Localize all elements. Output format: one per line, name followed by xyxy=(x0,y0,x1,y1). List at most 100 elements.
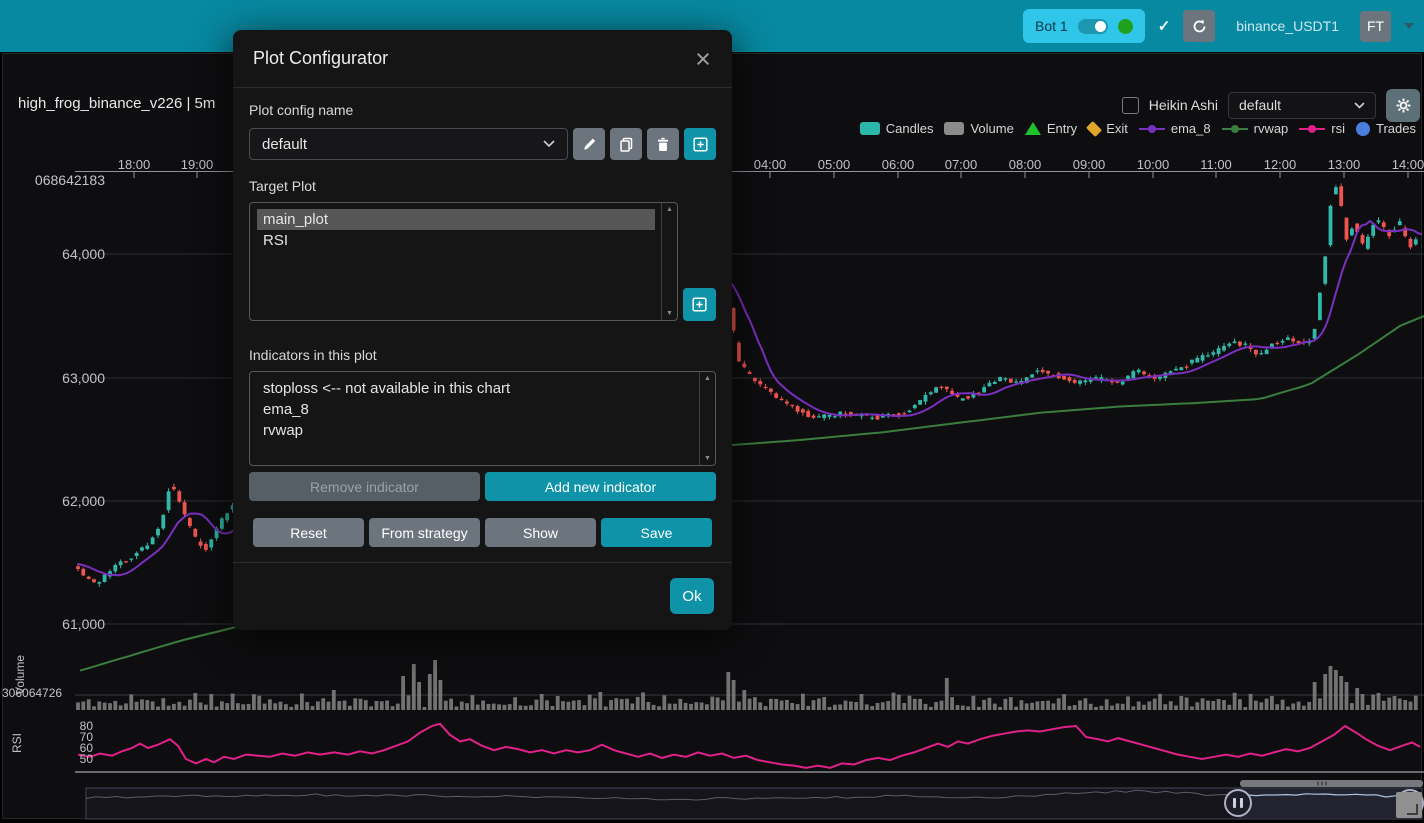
from-strategy-button[interactable]: From strategy xyxy=(369,518,480,547)
legend-item-rsi[interactable]: rsi xyxy=(1299,121,1345,136)
scroll-up-icon[interactable]: ▲ xyxy=(666,206,673,213)
chevron-down-icon xyxy=(1354,102,1365,109)
target-plot-option[interactable]: RSI xyxy=(257,230,655,251)
legend-item-candles[interactable]: Candles xyxy=(860,121,934,136)
plot-config-select[interactable]: default xyxy=(1228,92,1376,119)
rvwap-marker-icon xyxy=(1222,123,1248,135)
gear-icon xyxy=(1395,97,1412,114)
duplicate-config-button[interactable] xyxy=(610,128,642,160)
config-name-select-value: default xyxy=(262,136,307,153)
listbox-scrollbar: ▲ ▼ xyxy=(661,203,677,320)
freqtrade-app: Bot 1 ✓ binance_USDT1 FT high_frog_binan… xyxy=(0,0,1424,823)
chevron-down-icon[interactable] xyxy=(1404,23,1414,29)
time-axis-label: 13:00 xyxy=(1328,157,1361,172)
legend-item-ema_8[interactable]: ema_8 xyxy=(1139,121,1211,136)
volume-axis-title: Volume xyxy=(13,651,27,699)
time-axis-label: 04:00 xyxy=(754,157,787,172)
refresh-button[interactable] xyxy=(1183,10,1215,42)
legend-label: rvwap xyxy=(1254,121,1289,136)
legend-item-volume[interactable]: Volume xyxy=(944,121,1013,136)
price-axis-label: 61,000 xyxy=(62,616,105,632)
plus-square-icon xyxy=(693,137,708,152)
price-axis-label: 068642183 xyxy=(35,172,105,188)
target-plot-row: ▲ ▼ main_plotRSI xyxy=(249,202,716,321)
scroll-up-icon[interactable]: ▲ xyxy=(704,375,711,382)
plot-configurator-button[interactable] xyxy=(1386,89,1420,122)
remove-indicator-button[interactable]: Remove indicator xyxy=(249,472,480,501)
legend-item-entry[interactable]: Entry xyxy=(1025,121,1077,136)
save-button[interactable]: Save xyxy=(601,518,712,547)
time-axis-label: 18:00 xyxy=(118,157,151,172)
chart-controls: Heikin Ashi default xyxy=(1122,88,1420,122)
time-axis-label: 19:00 xyxy=(181,157,214,172)
modal-title: Plot Configurator xyxy=(253,48,388,69)
listbox-scrollbar: ▲ ▼ xyxy=(699,372,715,465)
volume-axis-label: 306064726 xyxy=(2,686,62,700)
heikin-ashi-checkbox[interactable] xyxy=(1122,97,1139,114)
show-button[interactable]: Show xyxy=(485,518,596,547)
config-actions-row: Reset From strategy Show Save xyxy=(253,518,712,547)
navigator-scrollbar[interactable] xyxy=(1240,780,1423,787)
time-axis-label: 08:00 xyxy=(1009,157,1042,172)
close-icon[interactable]: × xyxy=(686,42,720,76)
legend-label: Volume xyxy=(970,121,1013,136)
add-subplot-button[interactable] xyxy=(683,288,716,321)
indicator-option[interactable]: ema_8 xyxy=(257,399,693,420)
time-axis-label: 07:00 xyxy=(945,157,978,172)
legend-label: Candles xyxy=(886,121,934,136)
target-plot-option[interactable]: main_plot xyxy=(257,209,655,230)
delete-config-button[interactable] xyxy=(647,128,679,160)
ok-button[interactable]: Ok xyxy=(670,578,714,614)
target-plot-label: Target Plot xyxy=(249,178,716,196)
bot-selector-pill[interactable]: Bot 1 xyxy=(1023,9,1145,43)
legend-label: Entry xyxy=(1047,121,1077,136)
price-axis-label: 62,000 xyxy=(62,493,105,509)
legend-label: Trades xyxy=(1376,121,1416,136)
copy-icon xyxy=(619,137,634,152)
scroll-down-icon[interactable]: ▼ xyxy=(666,310,673,317)
account-name: binance_USDT1 xyxy=(1236,18,1339,34)
topbar-right-cluster: Bot 1 ✓ binance_USDT1 FT xyxy=(1023,0,1414,52)
volume-marker-icon xyxy=(944,122,964,135)
navigator-left-handle[interactable] xyxy=(1225,790,1251,816)
modal-footer: Ok xyxy=(233,562,732,629)
legend-item-rvwap[interactable]: rvwap xyxy=(1222,121,1289,136)
plot-configurator-modal: Plot Configurator × Plot config name def… xyxy=(233,30,732,630)
rsi-marker-icon xyxy=(1299,123,1325,135)
legend-item-exit[interactable]: Exit xyxy=(1088,121,1128,136)
plot-config-select-value: default xyxy=(1239,97,1281,113)
indicators-label: Indicators in this plot xyxy=(249,347,716,365)
chart-legend: Candles Volume Entry Exit ema_8 rvwap rsi Trade… xyxy=(860,121,1416,136)
config-name-select[interactable]: default xyxy=(249,128,568,160)
bot-name: Bot 1 xyxy=(1035,18,1068,34)
indicators-listbox[interactable]: ▲ ▼ stoploss <-- not available in this c… xyxy=(249,371,716,466)
bot-toggle[interactable] xyxy=(1078,19,1108,34)
indicator-option[interactable]: rvwap xyxy=(257,420,693,441)
plus-square-icon xyxy=(692,297,707,312)
pencil-icon xyxy=(582,137,597,152)
add-new-indicator-button[interactable]: Add new indicator xyxy=(485,472,716,501)
modal-body: Plot config name default xyxy=(233,88,732,547)
time-axis-label: 14:00 xyxy=(1392,157,1424,172)
candles-marker-icon xyxy=(860,122,880,135)
rename-config-button[interactable] xyxy=(573,128,605,160)
trades-marker-icon xyxy=(1356,122,1370,136)
chart-pair-title: high_frog_binance_v226 | 5m xyxy=(18,95,215,112)
legend-label: ema_8 xyxy=(1171,121,1211,136)
time-axis-label: 09:00 xyxy=(1073,157,1106,172)
entry-marker-icon xyxy=(1025,122,1041,135)
indicator-option[interactable]: stoploss <-- not available in this chart xyxy=(257,378,693,399)
exit-marker-icon xyxy=(1086,120,1102,136)
indicator-actions-row: Remove indicator Add new indicator xyxy=(249,472,716,501)
modal-header: Plot Configurator × xyxy=(233,30,732,88)
price-axis-label: 63,000 xyxy=(62,370,105,386)
reset-button[interactable]: Reset xyxy=(253,518,364,547)
avatar-initials: FT xyxy=(1367,18,1384,34)
user-avatar[interactable]: FT xyxy=(1360,11,1391,42)
legend-item-trades[interactable]: Trades xyxy=(1356,121,1416,136)
scroll-down-icon[interactable]: ▼ xyxy=(704,455,711,462)
config-name-row: default xyxy=(249,128,716,160)
target-plot-listbox[interactable]: ▲ ▼ main_plotRSI xyxy=(249,202,678,321)
add-config-button[interactable] xyxy=(684,128,716,160)
time-axis-label: 06:00 xyxy=(882,157,915,172)
